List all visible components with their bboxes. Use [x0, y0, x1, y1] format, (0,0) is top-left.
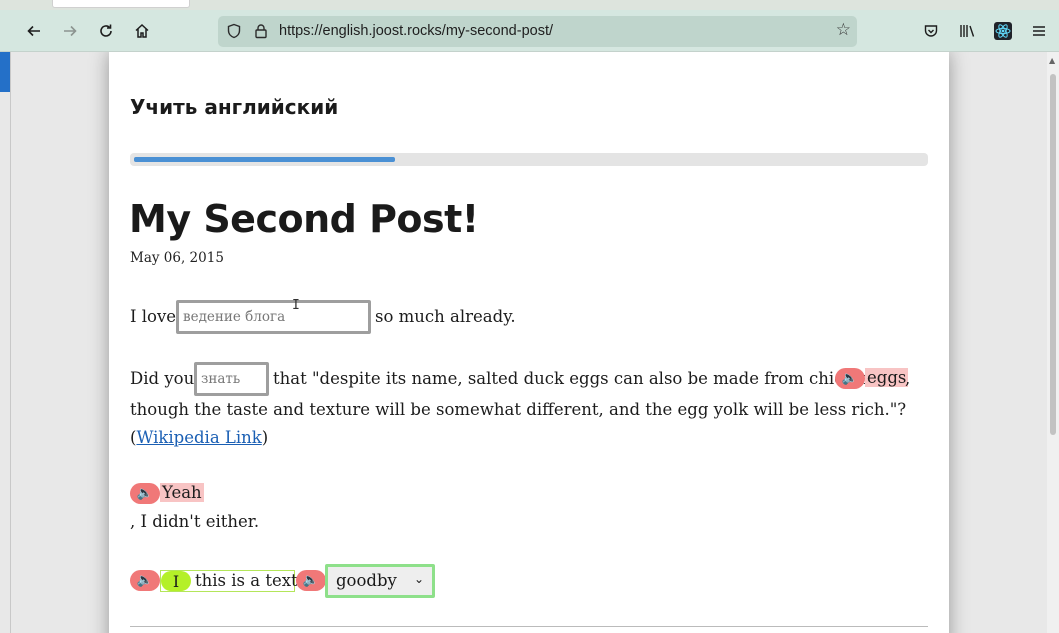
- speaker-icon[interactable]: 🔈: [835, 368, 865, 389]
- left-divider: [10, 52, 11, 633]
- hamburger-menu-icon[interactable]: [1025, 17, 1053, 45]
- p4-text: this is a text: [195, 571, 298, 590]
- p1-blank-input[interactable]: ведение блога: [176, 300, 371, 334]
- wikipedia-link[interactable]: Wikipedia Link: [136, 428, 261, 447]
- scrollbar-thumb[interactable]: [1050, 74, 1056, 435]
- paren-close: ): [261, 428, 269, 447]
- p2-text-middle: that "despite its name, salted duck eggs…: [273, 369, 874, 388]
- highlighted-word-eggs[interactable]: eggs: [865, 368, 909, 387]
- post-date: May 06, 2015: [130, 250, 224, 266]
- library-icon[interactable]: [953, 17, 981, 45]
- left-sidebar-accent: [0, 52, 10, 92]
- text-cursor-icon: I: [292, 298, 300, 313]
- active-tab[interactable]: [52, 0, 190, 8]
- content-card: Учить английский My Second Post! May 06,…: [109, 52, 949, 633]
- divider: [130, 626, 928, 627]
- pocket-icon[interactable]: [917, 17, 945, 45]
- speaker-icon[interactable]: 🔈: [130, 483, 160, 504]
- react-devtools-icon[interactable]: [989, 17, 1017, 45]
- tab-strip: [0, 0, 1059, 10]
- scroll-up-icon[interactable]: ▲: [1049, 56, 1055, 65]
- page-viewport: Учить английский My Second Post! May 06,…: [0, 52, 1059, 633]
- reading-progress-fill: [134, 157, 395, 162]
- chevron-down-icon: ⌄: [413, 572, 424, 586]
- url-bar[interactable]: https://english.joost.rocks/my-second-po…: [218, 16, 857, 47]
- speaker-icon[interactable]: 🔈: [296, 570, 326, 591]
- url-text[interactable]: https://english.joost.rocks/my-second-po…: [279, 23, 553, 39]
- p2-comma: ,: [905, 369, 911, 388]
- select-value: goodby: [336, 571, 397, 590]
- reload-icon[interactable]: [92, 17, 120, 45]
- p3-text-line2: , I didn't either.: [130, 512, 260, 531]
- navigation-toolbar: https://english.joost.rocks/my-second-po…: [0, 10, 1059, 52]
- reading-progress-bar: [130, 153, 928, 166]
- highlighted-word-yeah[interactable]: Yeah: [160, 483, 204, 502]
- site-title[interactable]: Учить английский: [130, 95, 338, 119]
- shield-icon[interactable]: [224, 21, 244, 41]
- arrow-left-icon[interactable]: [20, 17, 48, 45]
- home-icon[interactable]: [128, 17, 156, 45]
- post-title: My Second Post!: [129, 197, 479, 241]
- pill-word[interactable]: I: [161, 571, 191, 591]
- arrow-right-icon[interactable]: [56, 17, 84, 45]
- p1-text-after: so much already.: [375, 307, 516, 326]
- star-icon[interactable]: ☆: [836, 20, 851, 40]
- word-select-dropdown[interactable]: goodby ⌄: [325, 564, 435, 598]
- p2-text-before: Did you: [130, 369, 195, 388]
- p2-blank-input[interactable]: знать: [194, 362, 269, 396]
- p1-text-before: I love: [130, 307, 177, 326]
- vertical-scrollbar[interactable]: ▲: [1047, 52, 1059, 633]
- speaker-icon[interactable]: 🔈: [130, 570, 160, 591]
- lock-icon[interactable]: [251, 21, 271, 41]
- p2-text-line2: though the taste and texture will be som…: [130, 400, 907, 419]
- p2-source: (Wikipedia Link): [130, 428, 268, 447]
